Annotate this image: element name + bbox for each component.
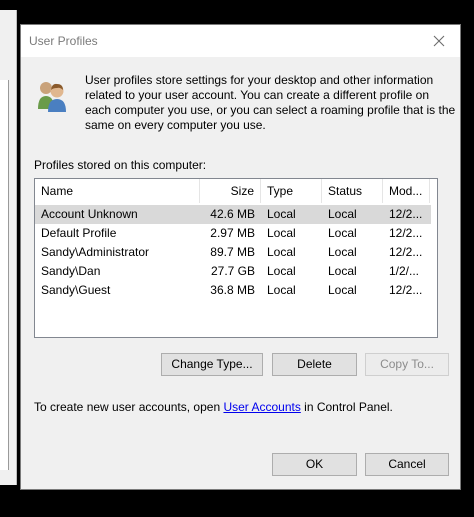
cell-size: 89.7 MB	[210, 245, 255, 259]
table-row[interactable]: Default Profile 2.97 MB Local Local 12/2...	[35, 224, 431, 243]
change-type-button[interactable]: Change Type...	[161, 353, 263, 376]
close-icon	[433, 35, 445, 47]
profiles-list[interactable]: Name Size Type Status Mod... Account Unk…	[34, 178, 438, 338]
cell-name: Sandy\Guest	[41, 283, 111, 297]
cell-type: Local	[267, 226, 296, 240]
column-header-size[interactable]: Size	[200, 179, 261, 203]
close-button[interactable]	[424, 29, 454, 53]
cell-name: Account Unknown	[41, 207, 138, 221]
cell-type: Local	[267, 283, 296, 297]
user-accounts-link[interactable]: User Accounts	[223, 400, 300, 414]
copy-to-button[interactable]: Copy To...	[365, 353, 449, 376]
cell-size: 42.6 MB	[210, 207, 255, 221]
cell-status: Local	[328, 283, 357, 297]
cell-status: Local	[328, 207, 357, 221]
cell-name: Sandy\Administrator	[41, 245, 150, 259]
table-row[interactable]: Sandy\Administrator 89.7 MB Local Local 12/2…	[35, 243, 431, 262]
table-row[interactable]: Account Unknown 42.6 MB Local Local 12/2...	[35, 205, 431, 224]
title-bar[interactable]: User Profiles	[21, 25, 460, 57]
cell-type: Local	[267, 207, 296, 221]
cell-status: Local	[328, 226, 357, 240]
column-header-type[interactable]: Type	[261, 179, 322, 203]
cell-modified: 12/2...	[389, 283, 423, 297]
dialog-title: User Profiles	[29, 34, 98, 48]
description-text: User profiles store settings for your de…	[85, 73, 456, 132]
column-header-name[interactable]: Name	[35, 179, 200, 203]
cell-size: 36.8 MB	[210, 283, 255, 297]
list-header: Name Size Type Status Mod...	[35, 179, 437, 203]
footer-prefix: To create new user accounts, open	[34, 400, 224, 414]
delete-button[interactable]: Delete	[272, 353, 357, 376]
column-header-modified[interactable]: Mod...	[383, 179, 430, 203]
cell-modified: 12/2...	[389, 226, 423, 240]
footer-suffix: in Control Panel.	[300, 400, 393, 414]
table-row[interactable]: Sandy\Guest 36.8 MB Local Local 12/2...	[35, 281, 431, 300]
user-profiles-dialog: User Profiles User profiles store settin…	[20, 24, 461, 490]
column-header-status[interactable]: Status	[322, 179, 383, 203]
background-window-pane	[0, 80, 9, 470]
background-window	[0, 10, 17, 485]
cell-status: Local	[328, 264, 357, 278]
cancel-button[interactable]: Cancel	[365, 453, 449, 476]
profiles-label: Profiles stored on this computer:	[34, 158, 207, 172]
table-row[interactable]: Sandy\Dan 27.7 GB Local Local 1/2/...	[35, 262, 431, 281]
cell-modified: 12/2...	[389, 207, 423, 221]
users-icon	[38, 82, 66, 112]
cell-size: 27.7 GB	[210, 264, 255, 278]
footer-text: To create new user accounts, open User A…	[34, 400, 393, 414]
cell-name: Sandy\Dan	[41, 264, 101, 278]
cell-type: Local	[267, 245, 296, 259]
ok-button[interactable]: OK	[272, 453, 357, 476]
cell-type: Local	[267, 264, 296, 278]
cell-name: Default Profile	[41, 226, 117, 240]
cell-size: 2.97 MB	[210, 226, 255, 240]
cell-status: Local	[328, 245, 357, 259]
cell-modified: 12/2...	[389, 245, 423, 259]
cell-modified: 1/2/...	[389, 264, 420, 278]
